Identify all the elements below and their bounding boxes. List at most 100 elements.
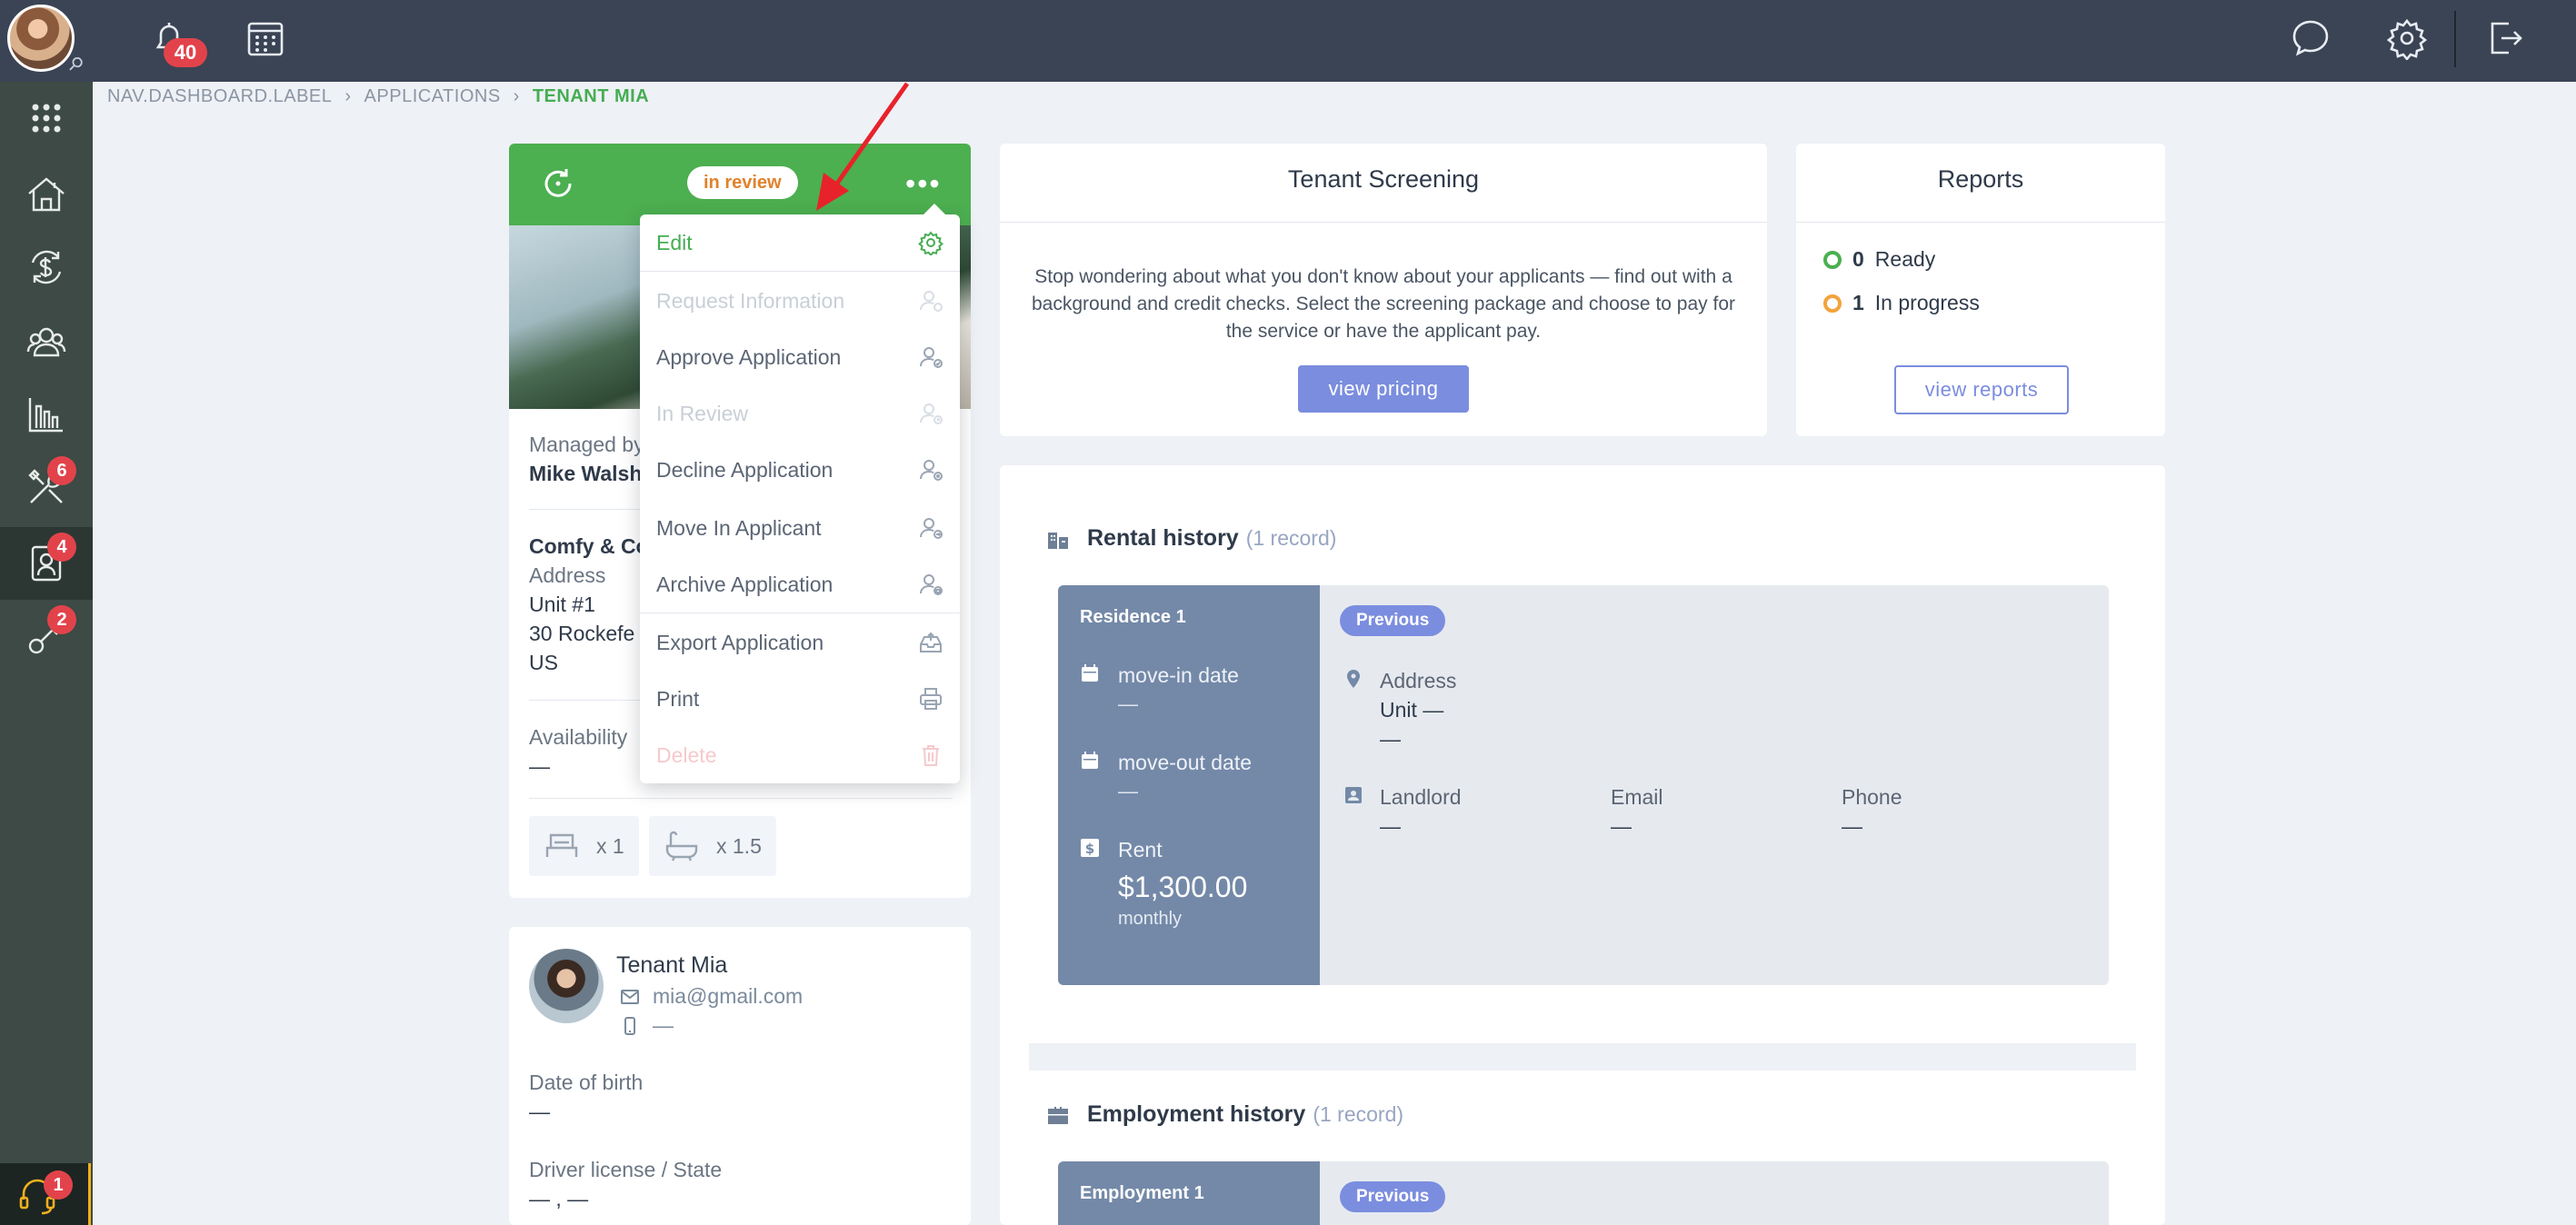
breadcrumb-applications[interactable]: APPLICATIONS — [364, 86, 501, 107]
help-badge: 1 — [44, 1170, 73, 1200]
baths-chip: x 1.5 — [649, 816, 776, 876]
availability-value: — — [529, 754, 550, 778]
move-in-label: move-in date — [1118, 663, 1239, 687]
menu-item-request-information: Request Information — [640, 273, 960, 329]
divider — [1000, 222, 1767, 223]
ready-status-icon — [1823, 250, 1842, 269]
sidebar-item-people[interactable] — [0, 305, 93, 378]
leases-badge: 2 — [47, 605, 76, 634]
user-archive-icon — [920, 574, 943, 595]
tenant-avatar — [529, 949, 604, 1023]
dob-value: — — [529, 1100, 550, 1123]
menu-item-export-application[interactable]: Export Application — [640, 614, 960, 671]
employment-summary: Employment 1 — [1058, 1161, 1320, 1225]
application-actions-menu: Edit Request Information Approve Applica… — [640, 204, 960, 783]
help-button[interactable]: 1 — [0, 1163, 91, 1225]
menu-item-approve-application[interactable]: Approve Application — [640, 329, 960, 385]
address-line-2: — — [1380, 727, 1401, 751]
menu-item-edit[interactable]: Edit — [640, 214, 960, 271]
managed-by-label: Managed by — [529, 433, 644, 456]
employment-history-title: Employment history — [1087, 1101, 1306, 1127]
menu-item-delete: Delete — [640, 727, 960, 783]
dob-label: Date of birth — [529, 1071, 644, 1094]
screening-title: Tenant Screening — [1287, 165, 1480, 193]
calendar-icon[interactable] — [244, 16, 287, 60]
reports-title: Reports — [1937, 165, 2024, 193]
breadcrumb-current: TENANT MIA — [532, 85, 650, 106]
user-move-icon — [920, 518, 943, 539]
logout-icon[interactable] — [2483, 16, 2527, 60]
mail-icon — [621, 990, 639, 1004]
tenant-card: Tenant Mia mia@gmail.com — Date of birth… — [509, 927, 971, 1225]
menu-item-label: In Review — [656, 401, 748, 425]
previous-tag: Previous — [1340, 605, 1446, 636]
sidebar-item-maintenance[interactable]: 6 — [0, 451, 93, 523]
sidebar-item-properties[interactable] — [0, 158, 93, 231]
menu-divider — [640, 271, 960, 272]
tenant-name[interactable]: Tenant Mia — [616, 952, 727, 979]
move-out-value: — — [1118, 780, 1138, 802]
reports-ready-row: 0 Ready — [1823, 247, 1935, 272]
menu-item-decline-application[interactable]: Decline Application — [640, 442, 960, 498]
address-label: Address — [529, 563, 606, 587]
property-name[interactable]: Comfy & Co — [529, 534, 649, 559]
topbar-divider — [2454, 11, 2456, 67]
menu-item-label: Move In Applicant — [656, 515, 822, 540]
phone-icon — [624, 1017, 635, 1035]
menu-item-label: Archive Application — [656, 572, 834, 596]
beds-chip: x 1 — [529, 816, 639, 876]
trash-icon — [923, 745, 939, 766]
sidebar-item-reports[interactable] — [0, 378, 93, 451]
tenant-screening-card: Tenant Screening Stop wondering about wh… — [1000, 144, 1767, 436]
chevron-right-icon: › — [344, 85, 352, 106]
menu-item-label: Export Application — [656, 630, 824, 654]
tenant-phone[interactable]: — — [653, 1013, 674, 1038]
view-pricing-button[interactable]: view pricing — [1298, 365, 1469, 413]
move-in-value: — — [1118, 692, 1138, 715]
tenant-email[interactable]: mia@gmail.com — [653, 984, 803, 1009]
settings-gear-icon[interactable] — [2385, 16, 2429, 62]
building-icon — [1048, 532, 1068, 549]
rent-label: Rent — [1118, 838, 1163, 861]
license-label: Driver license / State — [529, 1158, 723, 1181]
menu-item-move-in-applicant[interactable]: Move In Applicant — [640, 500, 960, 556]
annotation-arrow — [816, 82, 910, 211]
menu-item-print[interactable]: Print — [640, 671, 960, 727]
user-x-icon — [920, 460, 943, 481]
reports-progress-row: 1 In progress — [1823, 291, 1980, 315]
menu-item-label: Request Information — [656, 288, 845, 313]
maintenance-badge: 6 — [47, 456, 76, 485]
svg-text:$: $ — [1085, 841, 1094, 857]
user-avatar[interactable] — [7, 5, 75, 72]
rental-history-count: (1 record) — [1245, 526, 1337, 550]
employment-history-header: Employment history (1 record) — [1045, 1101, 1403, 1128]
address-line-1: Unit — — [1380, 698, 1444, 722]
status-badge: in review — [687, 166, 798, 199]
apps-grid-icon — [32, 104, 61, 133]
menu-item-archive-application[interactable]: Archive Application — [640, 556, 960, 612]
calendar-icon — [1082, 752, 1098, 769]
location-pin-icon — [1347, 670, 1360, 688]
sidebar-item-leases[interactable]: 2 — [0, 600, 93, 672]
progress-count: 1 — [1852, 291, 1864, 314]
manager-name[interactable]: Mike Walsh — [529, 462, 642, 486]
view-reports-button[interactable]: view reports — [1894, 365, 2069, 414]
notification-count-badge: 40 — [164, 38, 207, 67]
phone-value: — — [1842, 814, 1862, 838]
menu-item-label: Approve Application — [656, 344, 842, 369]
reports-chart-icon — [28, 398, 63, 433]
divider — [1796, 222, 2165, 223]
sidebar-item-accounting[interactable] — [0, 231, 93, 304]
rent-period: monthly — [1118, 909, 1183, 929]
menu-item-label: Print — [656, 686, 700, 711]
sidebar-item-apps[interactable] — [0, 82, 93, 154]
dollar-icon: $ — [1081, 839, 1099, 857]
chat-icon[interactable] — [2289, 16, 2332, 60]
breadcrumb-dashboard[interactable]: NAV.DASHBOARD.LABEL — [107, 86, 332, 107]
section-separator — [1029, 1043, 2136, 1071]
residence-title: Residence 1 — [1080, 607, 1186, 627]
refresh-icon[interactable] — [540, 165, 576, 202]
people-icon — [26, 327, 66, 357]
sidebar-item-applications[interactable]: 4 — [0, 527, 93, 600]
contact-card-icon — [1345, 787, 1362, 803]
